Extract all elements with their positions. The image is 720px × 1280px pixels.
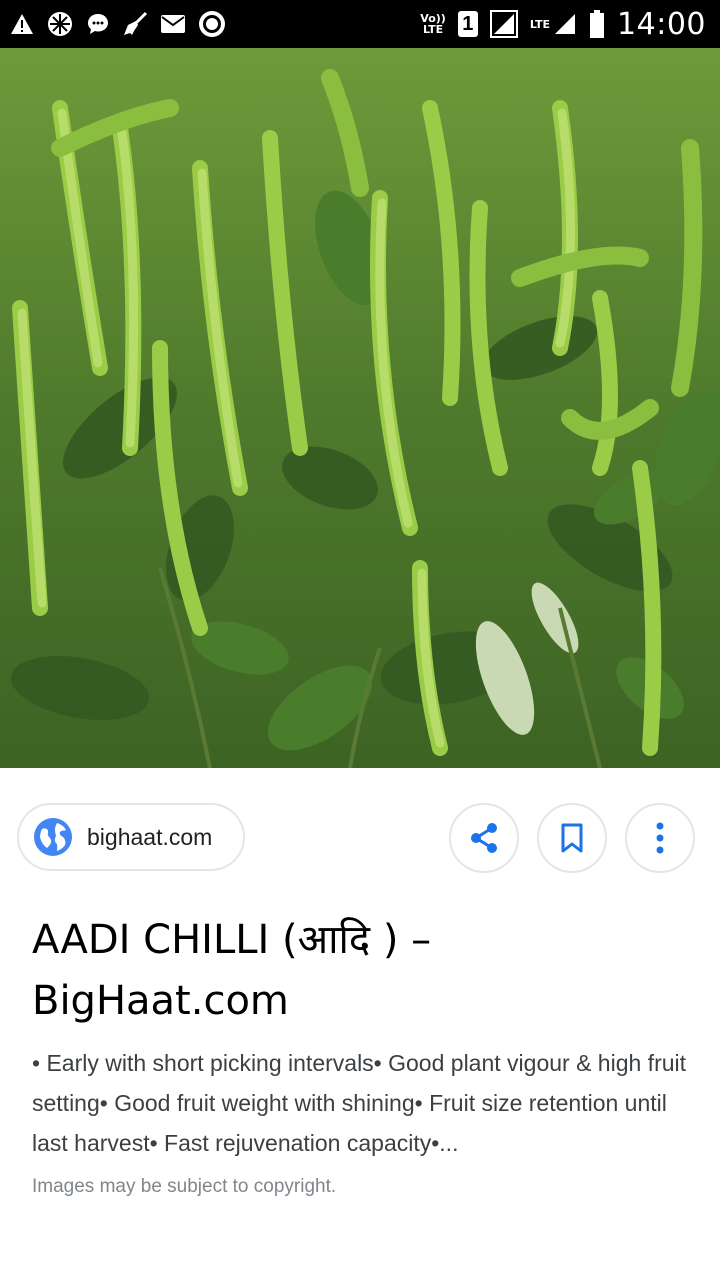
bookmark-icon [558, 822, 586, 854]
mail-icon [160, 9, 186, 39]
copyright-notice: Images may be subject to copyright. [32, 1176, 337, 1197]
crosshair-icon [46, 9, 74, 39]
status-bar: Vo)) LTE 1 LTE 14:00 [0, 0, 720, 48]
battery-icon [589, 9, 605, 39]
share-button[interactable] [449, 803, 519, 873]
lte-label: LTE [529, 17, 551, 31]
warning-icon [10, 9, 34, 39]
result-description: • Early with short picking intervals• Go… [32, 1050, 687, 1156]
result-title[interactable]: AADI CHILLI (आदि ) – BigHaat.com [32, 910, 692, 1032]
status-bar-system: Vo)) LTE 1 LTE 14:00 [420, 7, 706, 42]
lte-signal-icon: LTE [530, 9, 577, 39]
chilli-plants-image [0, 48, 720, 768]
more-options-button[interactable] [625, 803, 695, 873]
save-button[interactable] [537, 803, 607, 873]
record-icon [198, 9, 226, 39]
source-domain: bighaat.com [87, 823, 213, 850]
volte-bottom-label: LTE [422, 23, 444, 36]
clock: 14:00 [617, 6, 706, 42]
result-image[interactable] [0, 48, 720, 768]
volte-icon: Vo)) LTE [420, 9, 446, 39]
more-vertical-icon [655, 821, 665, 855]
signal-icon [489, 9, 518, 39]
sim-icon: 1 [457, 11, 478, 37]
status-bar-notifications [10, 9, 226, 39]
globe-icon [33, 817, 73, 857]
share-icon [467, 821, 501, 855]
broom-icon [122, 9, 148, 39]
source-link[interactable]: bighaat.com [17, 803, 245, 871]
chat-icon [86, 9, 110, 39]
